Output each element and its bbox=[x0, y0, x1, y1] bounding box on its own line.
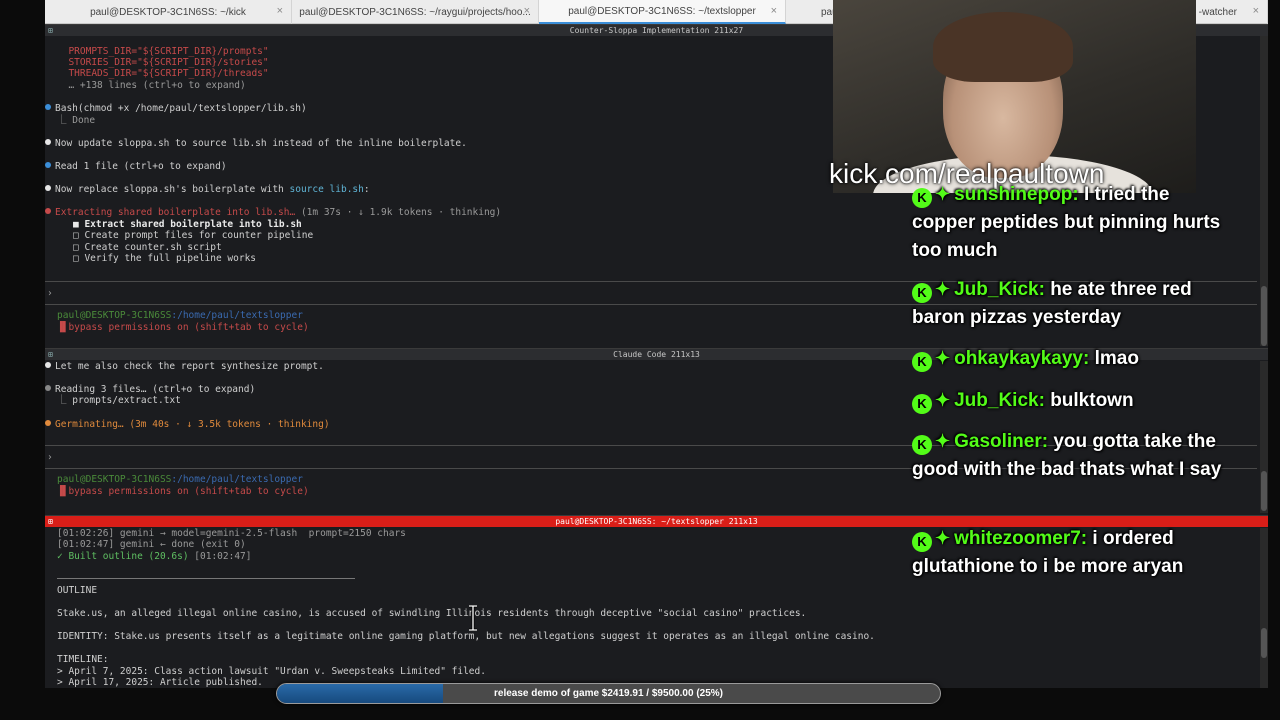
step-dot-icon bbox=[45, 104, 51, 110]
diamond-icon: ✦ bbox=[935, 431, 951, 451]
pane-title: Claude Code 211x13 bbox=[613, 350, 700, 359]
spinner-icon bbox=[45, 208, 51, 214]
expand-hint[interactable]: … +138 lines (ctrl+o to expand) bbox=[57, 80, 245, 92]
kick-badge-icon: K bbox=[912, 352, 932, 372]
assistant-message: Now update sloppa.sh to source lib.sh in… bbox=[45, 138, 467, 150]
shell-status: paul@DESKTOP-3C1N6SS:/home/paul/textslop… bbox=[57, 310, 303, 321]
tab-kick[interactable]: paul@DESKTOP-3C1N6SS: ~/kick × bbox=[45, 0, 292, 24]
chat-message: K ✦ Jub_Kick: he ate three red baron pizza… bbox=[912, 275, 1222, 332]
chat-message: K ✦ whitezoomer7: i ordered glutathione to… bbox=[912, 524, 1222, 581]
diamond-icon: ✦ bbox=[935, 390, 951, 410]
kick-badge-icon: K bbox=[912, 188, 932, 208]
webcam-hair bbox=[933, 12, 1073, 82]
output-text: TIMELINE: bbox=[57, 654, 109, 665]
scrollbar[interactable] bbox=[1260, 528, 1268, 688]
file-result: ⎿ prompts/extract.txt bbox=[57, 395, 181, 406]
read-step[interactable]: Read 1 file (ctrl+o to expand) bbox=[45, 161, 227, 173]
thinking-status: Germinating… (3m 40s · ↓ 3.5k tokens · t… bbox=[45, 419, 330, 431]
kick-badge-icon: K bbox=[912, 283, 932, 303]
goal-label: release demo of game $2419.91 / $9500.00… bbox=[493, 688, 724, 699]
assistant-message: Let me also check the report synthesize … bbox=[45, 361, 324, 373]
text-cursor-icon bbox=[469, 605, 477, 631]
chat-message: K ✦ Jub_Kick: bulktown bbox=[912, 386, 1222, 415]
diamond-icon: ✦ bbox=[935, 348, 951, 368]
scrollbar[interactable] bbox=[1260, 36, 1268, 346]
kick-badge-icon: K bbox=[912, 394, 932, 414]
pane-grid-icon: ⊞ bbox=[48, 517, 53, 526]
section-heading: OUTLINE bbox=[57, 585, 98, 596]
assistant-message: Now replace sloppa.sh's boilerplate with… bbox=[45, 184, 370, 196]
close-icon[interactable]: × bbox=[1253, 5, 1259, 17]
kick-badge-icon: K bbox=[912, 435, 932, 455]
tab-raygui[interactable]: paul@DESKTOP-3C1N6SS: ~/raygui/projects/… bbox=[292, 0, 539, 24]
tab-label: -watcher bbox=[1198, 6, 1237, 18]
todo-item: □ Create prompt files for counter pipeli… bbox=[73, 230, 314, 241]
tree-corner-icon: ⎿ bbox=[57, 115, 73, 126]
log-line: ✓ Built outline (20.6s) [01:02:47] bbox=[57, 551, 252, 562]
shell-status: paul@DESKTOP-3C1N6SS:/home/paul/textslop… bbox=[57, 474, 303, 485]
divider bbox=[57, 578, 355, 579]
kick-badge-icon: K bbox=[912, 532, 932, 552]
scrollbar[interactable] bbox=[1260, 361, 1268, 513]
step-dot-icon bbox=[45, 185, 51, 191]
output-text: Stake.us, an alleged illegal online casi… bbox=[57, 608, 807, 619]
spinner-icon bbox=[45, 420, 51, 426]
step-dot-icon bbox=[45, 139, 51, 145]
permissions-status: ▐▌bypass permissions on (shift+tab to cy… bbox=[57, 322, 309, 333]
step-dot-icon bbox=[45, 162, 51, 168]
scroll-thumb[interactable] bbox=[1261, 286, 1267, 346]
log-line: [01:02:47] gemini ← done (exit 0) bbox=[57, 539, 246, 550]
pane-title: Counter-Sloppa Implementation 211x27 bbox=[569, 26, 744, 35]
permission-icon: ▐▌ bbox=[57, 486, 69, 497]
thinking-status: Extracting shared boilerplate into lib.s… bbox=[45, 207, 501, 219]
code-line: THREADS_DIR="${SCRIPT_DIR}/threads" bbox=[57, 68, 269, 79]
scroll-thumb[interactable] bbox=[1261, 628, 1267, 658]
permission-icon: ▐▌ bbox=[57, 322, 69, 333]
close-icon[interactable]: × bbox=[524, 5, 530, 17]
chat-message: K ✦ Gasoliner: you gotta take the good wit… bbox=[912, 427, 1222, 484]
diamond-icon: ✦ bbox=[935, 279, 951, 299]
chat-message: K ✦ sunshinepop: I tried the copper peptid… bbox=[912, 180, 1222, 265]
permissions-status: ▐▌bypass permissions on (shift+tab to cy… bbox=[57, 486, 309, 497]
bash-step: Bash(chmod +x /home/paul/textslopper/lib… bbox=[45, 103, 307, 115]
output-text: > April 17, 2025: Article published. bbox=[57, 677, 263, 688]
scroll-thumb[interactable] bbox=[1261, 471, 1267, 511]
output-text: IDENTITY: Stake.us presents itself as a … bbox=[57, 631, 875, 642]
tree-corner-icon: ⎿ bbox=[57, 395, 73, 406]
step-dot-icon bbox=[45, 362, 51, 368]
todo-item: □ Verify the full pipeline works bbox=[73, 253, 257, 264]
close-icon[interactable]: × bbox=[771, 5, 777, 17]
diamond-icon: ✦ bbox=[935, 184, 951, 204]
close-icon[interactable]: × bbox=[277, 5, 283, 17]
pane-title: paul@DESKTOP-3C1N6SS: ~/textslopper 211x… bbox=[555, 517, 758, 526]
goal-progress-bar: release demo of game $2419.91 / $9500.00… bbox=[276, 683, 941, 704]
prompt-caret[interactable]: › bbox=[47, 452, 53, 464]
pane-grid-icon: ⊞ bbox=[48, 26, 53, 35]
tab-label: paul@DESKTOP-3C1N6SS: ~/raygui/projects/… bbox=[299, 6, 531, 18]
bash-result: ⎿ Done bbox=[57, 115, 96, 126]
prompt-caret[interactable]: › bbox=[47, 288, 53, 300]
chat-message: K ✦ ohkaykaykayy: lmao bbox=[912, 344, 1222, 373]
step-dot-icon bbox=[45, 385, 51, 391]
diamond-icon: ✦ bbox=[935, 528, 951, 548]
tab-label: paul@DESKTOP-3C1N6SS: ~/textslopper bbox=[568, 5, 756, 17]
tab-label: paul@DESKTOP-3C1N6SS: ~/kick bbox=[90, 6, 246, 18]
tab-textslopper[interactable]: paul@DESKTOP-3C1N6SS: ~/textslopper × bbox=[539, 0, 786, 24]
pane-grid-icon: ⊞ bbox=[48, 350, 53, 359]
